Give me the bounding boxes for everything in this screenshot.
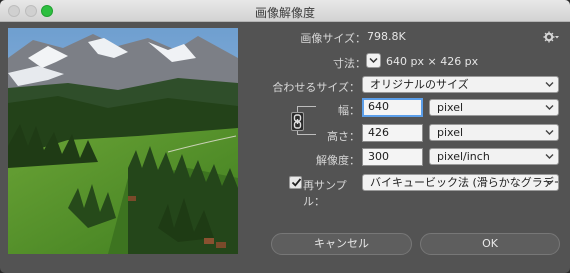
- width-unit-dropdown[interactable]: pixel: [429, 99, 559, 116]
- gear-icon[interactable]: [543, 30, 559, 44]
- window-title: 画像解像度: [254, 6, 315, 20]
- image-size-label: 画像サイズ：: [300, 32, 366, 45]
- cancel-button[interactable]: キャンセル: [271, 233, 412, 255]
- width-input[interactable]: 640: [362, 98, 423, 117]
- chevron-down-icon: [545, 130, 554, 135]
- image-size-dialog: 画像解像度 画像サイズ： 798.8K 寸法： 640 px × 426 px …: [0, 0, 570, 273]
- resample-label: 再サンプル：: [303, 179, 347, 208]
- chevron-down-icon: [369, 57, 378, 64]
- fit-to-label: 合わせるサイズ：: [272, 81, 360, 94]
- title-bar: 画像解像度: [0, 0, 570, 22]
- fit-to-dropdown[interactable]: オリジナルのサイズ: [362, 76, 559, 93]
- link-bracket-top: [298, 106, 316, 107]
- chevron-down-icon: [545, 82, 554, 87]
- resample-method-dropdown[interactable]: バイキュービック法 (滑らかなグラデーシ...: [362, 174, 559, 191]
- checkmark-icon: [291, 178, 302, 187]
- resample-method-value: バイキュービック法 (滑らかなグラデーシ...: [370, 176, 558, 189]
- height-unit-dropdown[interactable]: pixel: [429, 124, 559, 141]
- height-unit-value: pixel: [437, 126, 464, 139]
- resample-checkbox[interactable]: [289, 176, 302, 189]
- chevron-down-icon: [545, 154, 554, 159]
- chain-link-icon[interactable]: [291, 112, 304, 131]
- ok-button[interactable]: OK: [420, 233, 560, 255]
- height-input[interactable]: 426: [362, 124, 423, 142]
- width-label: 幅：: [338, 104, 360, 117]
- fit-to-value: オリジナルのサイズ: [370, 78, 469, 91]
- image-preview[interactable]: [8, 28, 238, 254]
- dimensions-label: 寸法：: [333, 57, 366, 70]
- dimensions-value: 640 px × 426 px: [386, 55, 479, 68]
- landscape-thumbnail: [8, 28, 238, 254]
- height-label: 高さ：: [327, 130, 360, 143]
- chevron-down-icon: [545, 180, 554, 185]
- resolution-input[interactable]: 300: [362, 148, 423, 166]
- chevron-down-icon: [545, 105, 554, 110]
- image-size-value: 798.8K: [367, 30, 406, 43]
- resolution-label: 解像度：: [316, 154, 360, 167]
- resolution-unit-value: pixel/inch: [437, 150, 490, 163]
- width-unit-value: pixel: [437, 101, 464, 114]
- resolution-unit-dropdown[interactable]: pixel/inch: [429, 148, 559, 165]
- dimensions-unit-dropdown[interactable]: [366, 53, 381, 68]
